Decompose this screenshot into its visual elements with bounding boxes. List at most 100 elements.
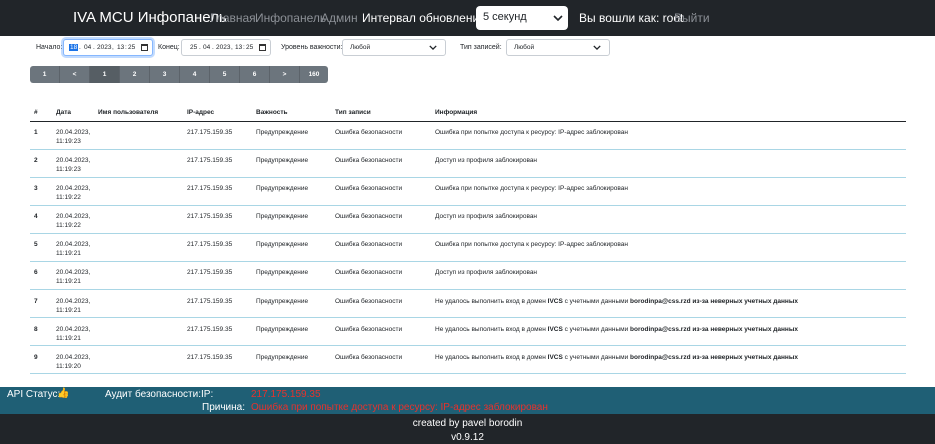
chevron-down-icon (553, 15, 563, 21)
footer-credit: created by pavel borodin (412, 418, 523, 429)
row-record-type: Ошибка безопасности (335, 157, 403, 164)
end-day: 25 (190, 44, 198, 51)
page-3-button[interactable]: 3 (150, 66, 180, 83)
info-reason: из-за неверных учетных данных (692, 326, 799, 333)
row-time: 11:19:22 (56, 222, 81, 229)
date-separator: , (231, 44, 233, 51)
row-ip: 217.175.159.35 (187, 354, 233, 361)
info-text: Не удалось выполнить вход в домен (435, 298, 546, 305)
date-separator: . (93, 44, 95, 51)
brand-title[interactable]: IVA MCU Инфопанель (73, 9, 227, 26)
table-row[interactable]: 9 20.04.2023, 11:19:20 217.175.159.35 Пр… (30, 346, 906, 374)
row-record-type: Ошибка безопасности (335, 185, 403, 192)
page-prev-button[interactable]: < (60, 66, 90, 83)
row-number: 4 (34, 213, 38, 220)
table-row[interactable]: 7 20.04.2023, 11:19:21 217.175.159.35 Пр… (30, 290, 906, 318)
table-row[interactable]: 6 20.04.2023, 11:19:21 217.175.159.35 Пр… (30, 262, 906, 290)
page-2-button[interactable]: 2 (120, 66, 150, 83)
row-ip: 217.175.159.35 (187, 157, 233, 164)
column-header-ip: IP-адрес (187, 109, 215, 116)
row-number: 3 (34, 185, 38, 192)
table-row[interactable]: 5 20.04.2023, 11:19:21 217.175.159.35 Пр… (30, 234, 906, 262)
time-separator: : (125, 44, 127, 51)
row-severity: Предупреждение (256, 213, 309, 220)
row-record-type: Ошибка безопасности (335, 241, 403, 248)
interval-value: 5 секунд (483, 11, 527, 23)
row-severity: Предупреждение (256, 269, 309, 276)
info-text: с учетными данными (564, 326, 629, 333)
severity-select[interactable]: Любой (342, 39, 446, 56)
row-severity: Предупреждение (256, 129, 309, 136)
start-day: 18 (69, 44, 79, 51)
row-time: 11:19:23 (56, 138, 81, 145)
security-audit-label: Аудит безопасности: (105, 389, 202, 400)
page-first-button[interactable]: 1 (30, 66, 60, 83)
table-row[interactable]: 4 20.04.2023, 11:19:22 217.175.159.35 Пр… (30, 206, 906, 234)
row-record-type: Ошибка безопасности (335, 269, 403, 276)
nav-link-infopanel[interactable]: Инфопанель (255, 11, 326, 25)
row-number: 6 (34, 269, 38, 276)
row-time: 11:19:20 (56, 363, 81, 370)
start-minute: 25 (128, 44, 136, 51)
nav-link-admin[interactable]: Админ (321, 11, 358, 25)
row-time: 11:19:23 (56, 166, 81, 173)
interval-select[interactable]: 5 секунд (476, 6, 568, 30)
info-text: Не удалось выполнить вход в домен (435, 326, 546, 333)
row-date: 20.04.2023, (56, 129, 91, 136)
row-time: 11:19:21 (56, 307, 81, 314)
page-last-button[interactable]: 160 (300, 66, 328, 83)
row-record-type: Ошибка безопасности (335, 326, 403, 333)
page-current-button[interactable]: 1 (90, 66, 120, 83)
row-severity: Предупреждение (256, 157, 309, 164)
info-domain: IVCS (547, 354, 563, 361)
status-bar: API Статус: 👍 Аудит безопасности: IP: 21… (0, 387, 935, 414)
logout-link[interactable]: Выйти (674, 11, 710, 25)
date-separator: . (199, 44, 201, 51)
row-severity: Предупреждение (256, 241, 309, 248)
page-5-button[interactable]: 5 (210, 66, 240, 83)
record-type-value: Любой (514, 44, 535, 51)
severity-label: Уровень важности: (281, 44, 343, 51)
row-severity: Предупреждение (256, 326, 309, 333)
record-type-label: Тип записей: (460, 44, 502, 51)
info-domain: IVCS (547, 326, 563, 333)
row-number: 9 (34, 354, 38, 361)
column-header-date: Дата (56, 109, 72, 116)
row-number: 8 (34, 326, 38, 333)
row-severity: Предупреждение (256, 354, 309, 361)
chevron-down-icon (429, 45, 437, 50)
row-record-type: Ошибка безопасности (335, 298, 403, 305)
column-header-severity: Важность (256, 109, 288, 116)
thumbs-up-icon: 👍 (57, 388, 70, 399)
time-separator: : (243, 44, 245, 51)
footer-version: v0.9.12 (451, 432, 484, 443)
severity-value: Любой (350, 44, 371, 51)
row-number: 7 (34, 298, 38, 305)
logged-in-user: Вы вошли как: root (579, 11, 684, 25)
row-record-type: Ошибка безопасности (335, 129, 403, 136)
column-header-record-type: Тип записи (335, 109, 371, 116)
column-header-info: Информация (435, 109, 478, 116)
record-type-select[interactable]: Любой (506, 39, 610, 56)
audit-reason-label: Причина: (202, 402, 245, 413)
chevron-down-icon (593, 45, 601, 50)
page-6-button[interactable]: 6 (240, 66, 270, 83)
date-separator: . (212, 44, 214, 51)
page-4-button[interactable]: 4 (180, 66, 210, 83)
table-row[interactable]: 2 20.04.2023, 11:19:23 217.175.159.35 Пр… (30, 150, 906, 178)
row-info: Не удалось выполнить вход в домен IVCS с… (435, 325, 798, 334)
calendar-icon[interactable] (259, 44, 266, 51)
end-date-input[interactable]: 25 . 04 . 2023 , 13 : 25 (181, 39, 271, 56)
row-date: 20.04.2023, (56, 326, 91, 333)
row-ip: 217.175.159.35 (187, 298, 233, 305)
table-row[interactable]: 3 20.04.2023, 11:19:22 217.175.159.35 Пр… (30, 178, 906, 206)
row-record-type: Ошибка безопасности (335, 213, 403, 220)
table-row[interactable]: 8 20.04.2023, 11:19:21 217.175.159.35 Пр… (30, 318, 906, 346)
start-date-input[interactable]: 18 . 04 . 2023 , 13 : 25 (63, 39, 153, 56)
row-number: 2 (34, 157, 38, 164)
calendar-icon[interactable] (141, 44, 148, 51)
nav-link-home[interactable]: Главная (210, 11, 256, 25)
row-number: 5 (34, 241, 38, 248)
page-next-button[interactable]: > (270, 66, 300, 83)
table-row[interactable]: 1 20.04.2023, 11:19:23 217.175.159.35 Пр… (30, 122, 906, 150)
